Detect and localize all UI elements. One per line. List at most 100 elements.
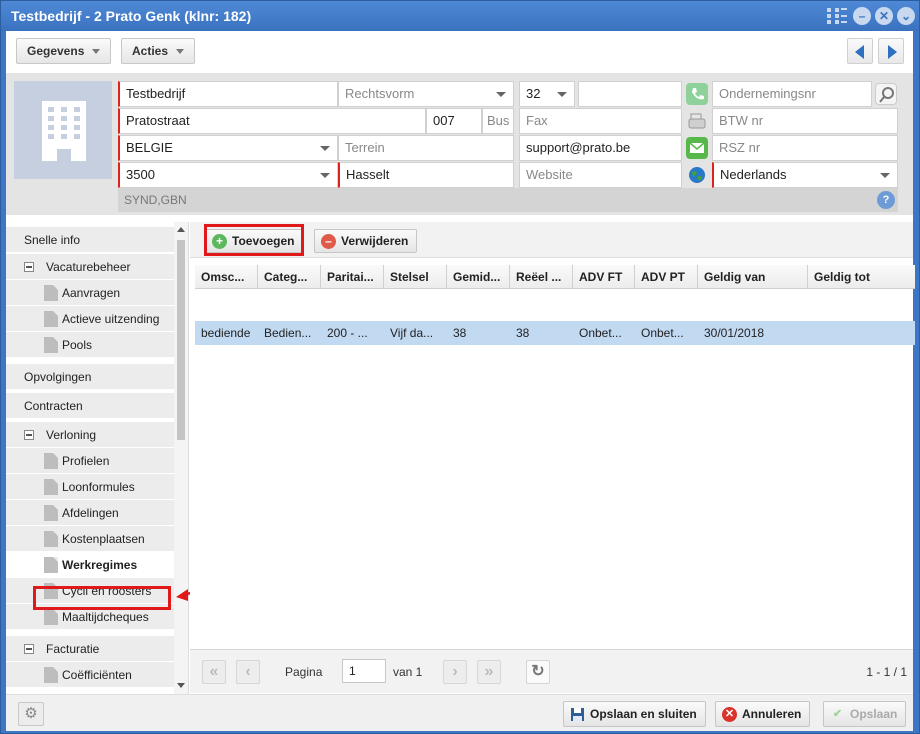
- nav-item-label: Opvolgingen: [24, 370, 92, 384]
- column-header[interactable]: Categ...: [258, 265, 321, 289]
- nav-item-pools[interactable]: Pools: [6, 332, 174, 358]
- close-icon[interactable]: ✕: [875, 7, 893, 25]
- table-cell: 38: [453, 326, 467, 340]
- city-field[interactable]: Hasselt: [338, 162, 514, 188]
- collapse-icon[interactable]: [24, 262, 34, 272]
- nav-group-vacaturebeheer[interactable]: Vacaturebeheer: [6, 254, 174, 280]
- nav-item-opvolgingen[interactable]: Opvolgingen: [6, 364, 174, 390]
- refresh-icon[interactable]: ↻: [526, 660, 550, 684]
- nav-item-werkregimes[interactable]: Werkregimes: [6, 552, 174, 578]
- scroll-down-icon[interactable]: [177, 683, 185, 688]
- collapse-icon[interactable]: [24, 644, 34, 654]
- globe-icon[interactable]: [686, 164, 708, 186]
- column-header[interactable]: Omsc...: [195, 265, 258, 289]
- column-header[interactable]: Gemid...: [447, 265, 510, 289]
- dialog-window: Testbedrijf - 2 Prato Genk (klnr: 182) –…: [0, 0, 920, 734]
- nav-item-coefficienten[interactable]: Coëfficiënten: [6, 662, 174, 688]
- column-header[interactable]: ADV PT: [635, 265, 698, 289]
- nav-group-facturatie[interactable]: Facturatie: [6, 636, 174, 662]
- email-field[interactable]: support@prato.be: [519, 135, 682, 161]
- btw-field[interactable]: BTW nr: [712, 108, 898, 134]
- postcode-select[interactable]: 3500: [118, 162, 338, 188]
- nav-item-label: Werkregimes: [62, 558, 138, 572]
- first-page-button[interactable]: «: [202, 660, 226, 684]
- company-logo[interactable]: [14, 81, 112, 179]
- remove-button[interactable]: – Verwijderen: [314, 229, 418, 253]
- left-navigation: Snelle info Vacaturebeheer Aanvragen Act…: [6, 222, 189, 694]
- grid-icon[interactable]: [827, 8, 847, 24]
- pagination-bar: « ‹ Pagina 1 van 1 › » ↻ 1 - 1 / 1: [190, 649, 913, 693]
- column-header[interactable]: Paritai...: [321, 265, 384, 289]
- dialog-footer: ⚙ Opslaan en sluiten ✕ Annuleren ✔ Opslaan: [6, 694, 913, 731]
- table-row[interactable]: bediende Bedien... 200 - ... Vijf da... …: [195, 321, 915, 345]
- nav-group-verloning[interactable]: Verloning: [6, 422, 174, 448]
- street-field[interactable]: Pratostraat: [118, 108, 426, 134]
- nav-item-label: Kostenplaatsen: [62, 532, 145, 546]
- dialog-content: Gegevens Acties Testbedrijf Rechtsvorm 3…: [6, 31, 915, 731]
- table-cell: [808, 321, 915, 345]
- column-header[interactable]: Geldig van: [698, 265, 808, 289]
- nav-item-kostenplaatsen[interactable]: Kostenplaatsen: [6, 526, 174, 552]
- rechtsvorm-select[interactable]: Rechtsvorm: [338, 81, 514, 107]
- title-bar[interactable]: Testbedrijf - 2 Prato Genk (klnr: 182) –…: [1, 1, 919, 31]
- table-cell: bediende: [201, 326, 251, 340]
- terrein-field[interactable]: Terrein: [338, 135, 514, 161]
- phone-field[interactable]: [578, 81, 682, 107]
- previous-page-button[interactable]: ‹: [236, 660, 260, 684]
- house-number-field[interactable]: 007: [426, 108, 482, 134]
- nav-item-contracten[interactable]: Contracten: [6, 393, 174, 419]
- chevron-down-icon[interactable]: ⌄: [897, 7, 915, 25]
- scrollbar-thumb[interactable]: [177, 240, 185, 440]
- phone-icon[interactable]: [686, 83, 708, 105]
- company-name-field[interactable]: Testbedrijf: [118, 81, 338, 107]
- scroll-up-icon[interactable]: [177, 227, 185, 232]
- minimize-icon[interactable]: –: [853, 7, 871, 25]
- nav-item-label: Pools: [62, 338, 93, 352]
- language-value: Nederlands: [720, 167, 787, 182]
- last-page-button[interactable]: »: [477, 660, 501, 684]
- previous-record-button[interactable]: [847, 38, 873, 64]
- nav-item-aanvragen[interactable]: Aanvragen: [6, 280, 174, 306]
- acties-menu-button[interactable]: Acties: [121, 38, 196, 64]
- fax-field[interactable]: Fax: [519, 108, 682, 134]
- bus-field[interactable]: Bus: [482, 108, 514, 134]
- rsz-field[interactable]: RSZ nr: [712, 135, 898, 161]
- next-record-button[interactable]: [878, 38, 904, 64]
- next-page-button[interactable]: ›: [443, 660, 467, 684]
- search-icon[interactable]: [875, 83, 897, 105]
- cancel-button[interactable]: ✕ Annuleren: [715, 701, 811, 727]
- column-header[interactable]: ADV FT: [573, 265, 635, 289]
- gear-icon[interactable]: ⚙: [18, 702, 44, 726]
- fax-icon[interactable]: [686, 110, 708, 132]
- website-field[interactable]: Website: [519, 162, 682, 188]
- collapse-icon[interactable]: [24, 430, 34, 440]
- column-header[interactable]: Reëel ...: [510, 265, 573, 289]
- table-cell: 200 - ...: [327, 326, 368, 340]
- ondernemingsnr-field[interactable]: Ondernemingsnr: [712, 81, 872, 107]
- mail-icon[interactable]: [686, 137, 708, 159]
- language-select[interactable]: Nederlands: [712, 162, 898, 188]
- nav-item-loonformules[interactable]: Loonformules: [6, 474, 174, 500]
- tags-field[interactable]: SYND,GBN: [118, 188, 898, 212]
- page-icon: [44, 531, 58, 547]
- nav-item-snelle-info[interactable]: Snelle info: [6, 227, 174, 253]
- help-icon[interactable]: ?: [877, 191, 895, 209]
- page-icon: [44, 453, 58, 469]
- column-header[interactable]: Geldig tot: [808, 265, 915, 289]
- gegevens-menu-button[interactable]: Gegevens: [16, 38, 112, 64]
- page-number-input[interactable]: 1: [342, 659, 386, 683]
- save-button[interactable]: ✔ Opslaan: [823, 701, 907, 727]
- nav-item-actieve-uitzending[interactable]: Actieve uitzending: [6, 306, 174, 332]
- save-and-close-button[interactable]: Opslaan en sluiten: [563, 701, 706, 727]
- acties-label: Acties: [132, 44, 169, 58]
- phone-prefix-select[interactable]: 32: [519, 81, 575, 107]
- nav-item-afdelingen[interactable]: Afdelingen: [6, 500, 174, 526]
- nav-item-label: Maaltijdcheques: [62, 610, 149, 624]
- top-toolbar: Gegevens Acties: [6, 31, 913, 73]
- nav-scrollbar[interactable]: [174, 222, 188, 694]
- rechtsvorm-placeholder: Rechtsvorm: [345, 86, 415, 101]
- column-header[interactable]: Stelsel: [384, 265, 447, 289]
- country-select[interactable]: BELGIE: [118, 135, 338, 161]
- page-icon: [44, 311, 58, 327]
- nav-item-profielen[interactable]: Profielen: [6, 448, 174, 474]
